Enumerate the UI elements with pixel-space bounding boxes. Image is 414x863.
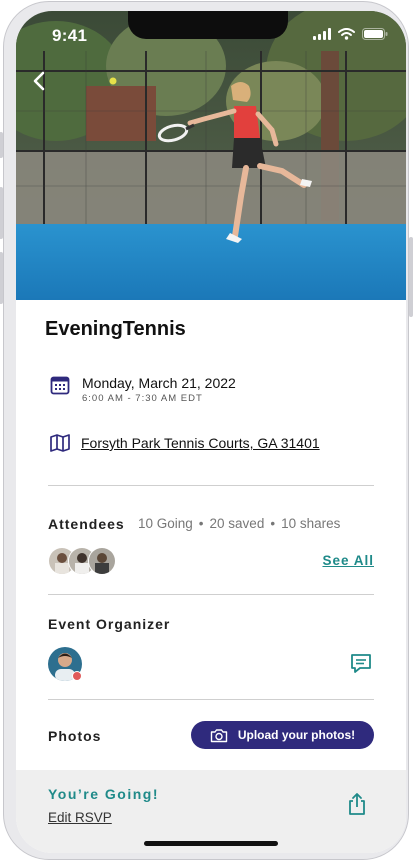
attendee-stats: 10 Going • 20 saved • 10 shares [138,516,340,531]
calendar-icon [50,376,70,395]
attendees-label: Attendees [48,516,125,532]
wifi-icon [338,28,355,40]
app-screen: 9:41 EveningTennis Monday, March 21, 202… [16,11,406,853]
volume-up-button [0,187,3,239]
attendee-avatar [88,547,116,575]
status-time: 9:41 [52,26,88,45]
mute-switch [0,132,3,158]
share-button[interactable] [346,792,368,816]
phone-frame: 9:41 EveningTennis Monday, March 21, 202… [0,1,413,860]
rsvp-status: You’re Going! [48,786,160,802]
saved-count: 20 saved [209,516,265,531]
separator-dot: • [270,516,276,531]
online-status-dot [72,671,82,681]
edit-rsvp-link[interactable]: Edit RSVP [48,810,112,825]
separator-dot: • [198,516,204,531]
camera-icon [210,728,228,742]
share-icon [349,793,365,815]
event-location-link[interactable]: Forsyth Park Tennis Courts, GA 31401 [81,435,320,451]
device-notch [128,11,288,39]
battery-icon [362,28,388,40]
rsvp-footer: You’re Going! Edit RSVP [16,770,406,853]
event-details: EveningTennis Monday, March 21, 2022 6:0… [16,300,406,770]
home-indicator [144,841,278,846]
event-date: Monday, March 21, 2022 [82,375,236,391]
cellular-signal-icon [313,28,331,40]
back-button[interactable] [26,67,54,95]
map-icon [50,434,70,452]
shares-count: 10 shares [281,516,341,531]
power-button [409,237,413,317]
status-bar: 9:41 [16,11,406,55]
divider [48,699,374,700]
organizer-label: Event Organizer [48,616,171,632]
photos-label: Photos [48,728,102,744]
status-icons [313,28,388,40]
chevron-left-icon [33,71,45,91]
message-organizer-button[interactable] [348,651,374,677]
event-time-range: 6:00 AM - 7:30 AM EDT [82,393,203,404]
event-hero-image: 9:41 [16,11,406,300]
upload-photos-label: Upload your photos! [237,728,356,742]
event-date-row: Monday, March 21, 2022 6:00 AM - 7:30 AM… [50,375,236,404]
chat-bubble-icon [351,654,371,673]
divider [48,485,374,486]
event-location-row: Forsyth Park Tennis Courts, GA 31401 [49,433,320,453]
attendee-avatars[interactable] [48,547,118,575]
divider [48,594,374,595]
going-count: 10 Going [138,516,193,531]
upload-photos-button[interactable]: Upload your photos! [191,721,374,749]
volume-down-button [0,252,3,304]
event-title: EveningTennis [45,318,186,340]
see-all-attendees-link[interactable]: See All [322,553,374,568]
